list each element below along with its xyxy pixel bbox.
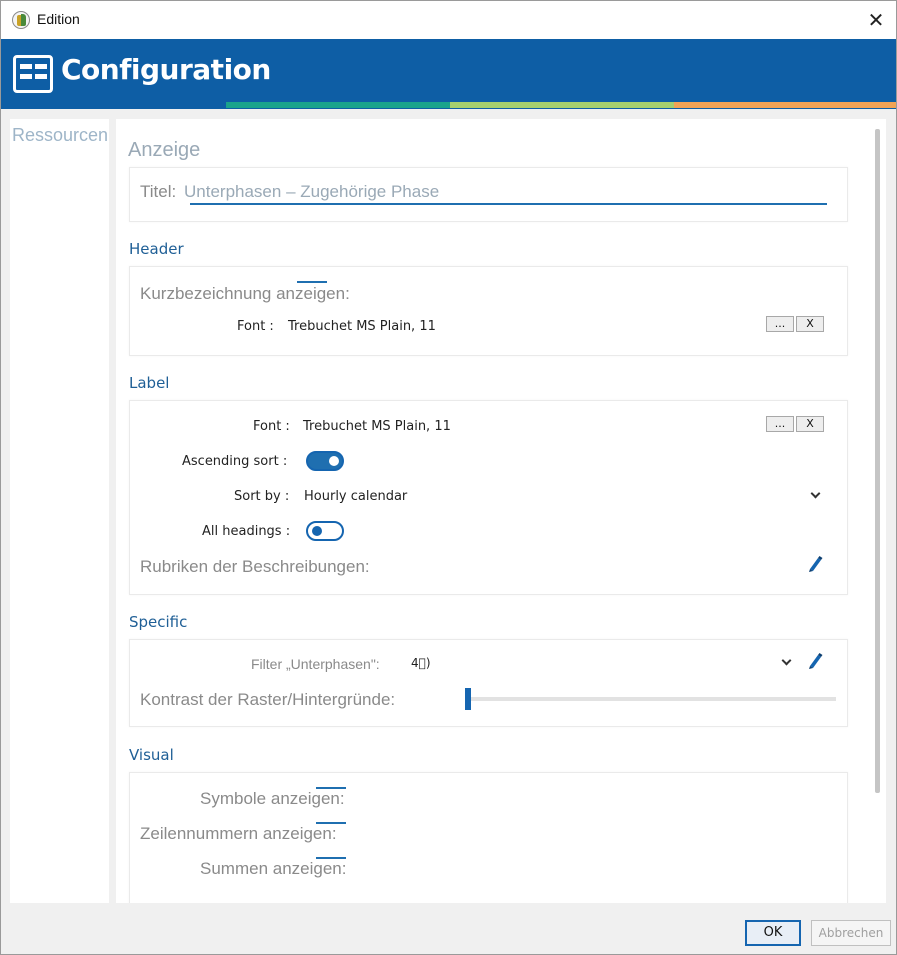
pencil-icon[interactable] xyxy=(807,555,823,573)
short-name-toggle-indicator[interactable] xyxy=(297,281,327,283)
table-grid-icon xyxy=(13,55,53,93)
contrast-label: Kontrast der Raster/Hintergründe: xyxy=(140,690,396,709)
title-input[interactable]: Unterphasen – Zugehörige Phase xyxy=(184,182,439,202)
line-numbers-label: Zeilennummern anzeigen: xyxy=(140,824,337,843)
section-heading-header: Header xyxy=(129,240,184,258)
accent-bar-teal xyxy=(226,102,450,108)
banner-title: Configuration xyxy=(61,53,271,86)
sidebar-item-ressourcen[interactable]: Ressourcen xyxy=(12,125,108,146)
visual-card: Symbole anzeigen: Zeilennummern anzeigen… xyxy=(129,772,848,903)
specific-card: Filter „Unterphasen": 4⃞) Kontrast der R… xyxy=(129,639,848,727)
chevron-down-icon[interactable] xyxy=(810,488,821,499)
configuration-banner: Configuration xyxy=(1,39,896,109)
settings-panel: Anzeige Titel: Unterphasen – Zugehörige … xyxy=(116,119,886,903)
contrast-slider-thumb[interactable] xyxy=(465,688,471,710)
header-font-label: Font : xyxy=(237,319,274,334)
short-name-label: Kurzbezeichnung anzeigen: xyxy=(140,284,350,303)
ascending-sort-label: Ascending sort : xyxy=(182,454,288,469)
accent-bar-orange xyxy=(674,102,896,108)
ascending-sort-toggle[interactable] xyxy=(306,451,344,471)
sums-label: Summen anzeigen: xyxy=(200,859,347,878)
app-logo-icon xyxy=(12,11,30,29)
all-headings-toggle[interactable] xyxy=(306,521,344,541)
sort-by-label: Sort by : xyxy=(234,489,290,504)
header-font-clear-button[interactable]: X xyxy=(796,316,824,332)
section-heading-anzeige: Anzeige xyxy=(128,139,201,161)
label-font-value: Trebuchet MS Plain, 11 xyxy=(303,419,451,434)
vertical-scrollbar[interactable] xyxy=(875,129,880,793)
title-card: Titel: Unterphasen – Zugehörige Phase xyxy=(129,167,848,222)
header-font-browse-button[interactable]: ... xyxy=(766,316,794,332)
label-card: Font : Trebuchet MS Plain, 11 ... X Asce… xyxy=(129,400,848,595)
sort-by-select[interactable]: Hourly calendar xyxy=(304,489,407,504)
symbols-toggle-indicator[interactable] xyxy=(316,787,346,789)
sums-toggle-indicator[interactable] xyxy=(316,857,346,859)
all-headings-label: All headings : xyxy=(202,524,291,539)
filter-select[interactable]: 4⃞) xyxy=(411,656,431,670)
close-icon[interactable]: ✕ xyxy=(857,5,895,35)
contrast-slider-track[interactable] xyxy=(468,697,836,701)
pencil-icon[interactable] xyxy=(807,652,823,670)
accent-bar-blue xyxy=(1,102,226,108)
section-heading-label: Label xyxy=(129,374,170,392)
label-font-label: Font : xyxy=(253,419,290,434)
accent-bar-green xyxy=(450,102,674,108)
title-input-underline xyxy=(190,203,827,205)
filter-label: Filter „Unterphasen": xyxy=(251,656,380,672)
header-font-value: Trebuchet MS Plain, 11 xyxy=(288,319,436,334)
cancel-button[interactable]: Abbrechen xyxy=(811,920,891,946)
title-label: Titel: xyxy=(140,182,177,201)
line-numbers-toggle-indicator[interactable] xyxy=(316,822,346,824)
header-card: Kurzbezeichnung anzeigen: Font : Trebuch… xyxy=(129,266,848,356)
symbols-label: Symbole anzeigen: xyxy=(200,789,345,808)
window-title: Edition xyxy=(37,11,80,27)
sidebar: Ressourcen xyxy=(10,119,109,903)
title-bar: Edition ✕ xyxy=(1,1,896,39)
section-heading-specific: Specific xyxy=(129,613,188,631)
rubriken-label: Rubriken der Beschreibungen: xyxy=(140,557,370,576)
section-heading-visual: Visual xyxy=(129,746,174,764)
chevron-down-icon[interactable] xyxy=(781,655,792,666)
ok-button[interactable]: OK xyxy=(745,920,801,946)
label-font-browse-button[interactable]: ... xyxy=(766,416,794,432)
label-font-clear-button[interactable]: X xyxy=(796,416,824,432)
edition-window: Edition ✕ Configuration Ressourcen Anzei… xyxy=(0,0,897,955)
